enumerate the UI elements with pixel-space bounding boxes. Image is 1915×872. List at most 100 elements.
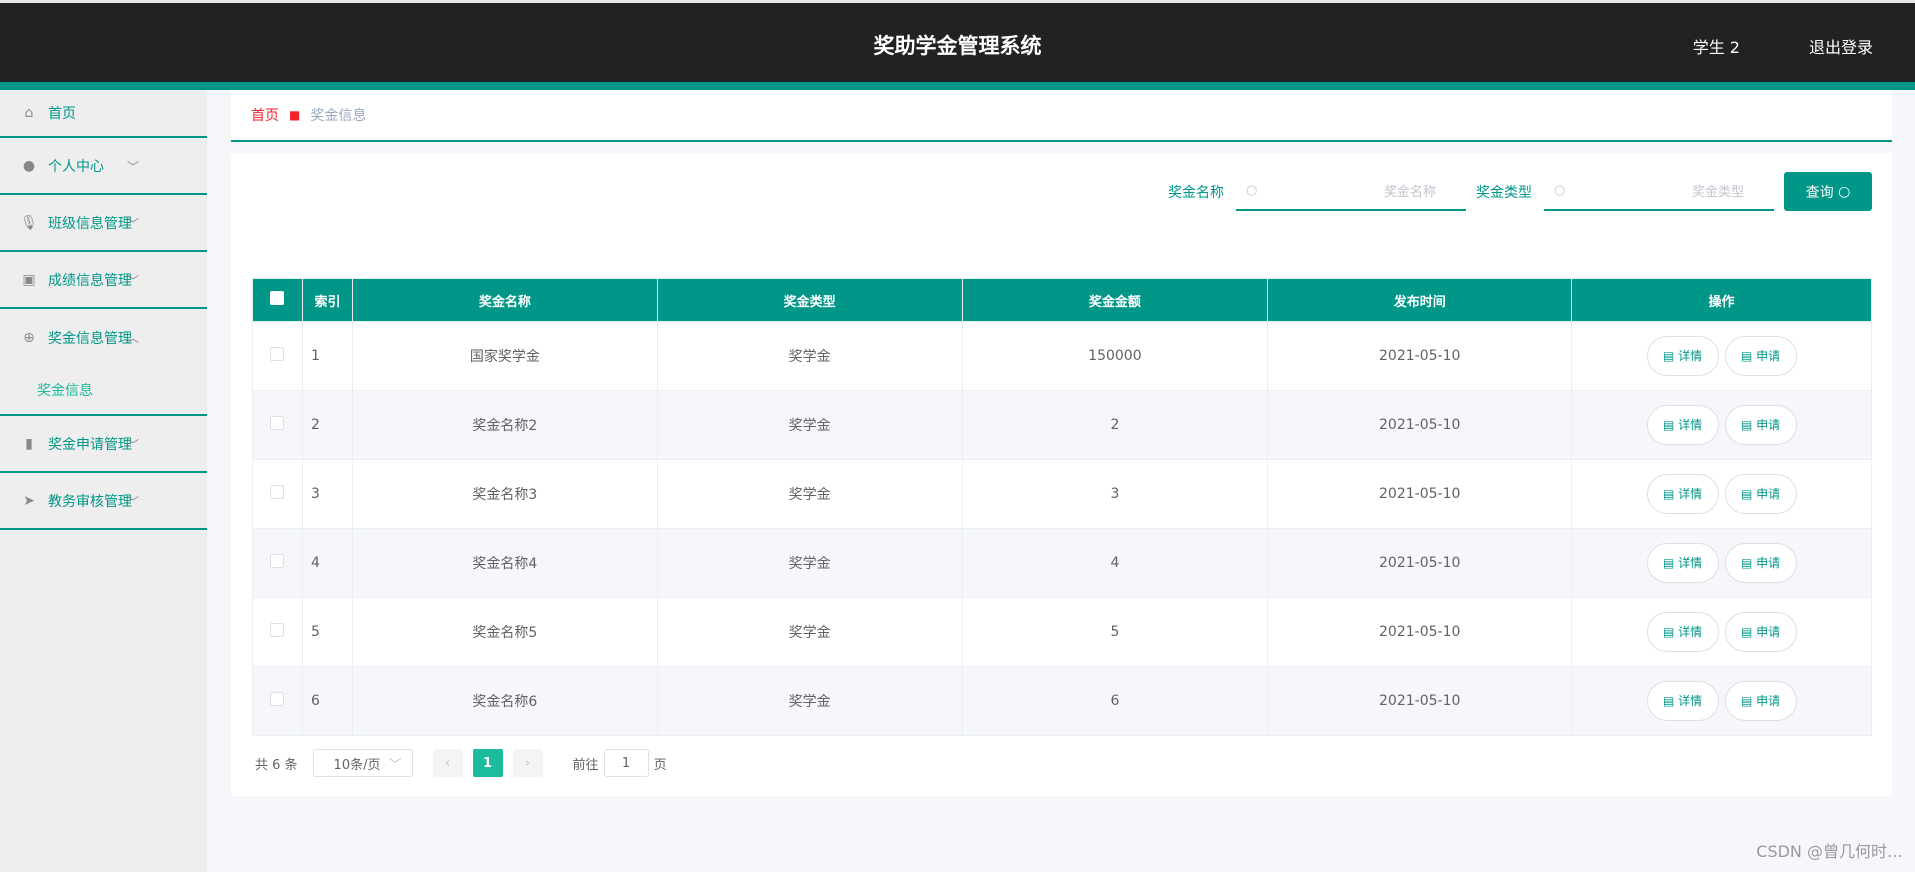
apply-button[interactable]: ▤ 申请: [1724, 336, 1797, 376]
cell-amount: 150000: [961, 321, 1269, 391]
watermark: CSDN @曾几何时…: [1756, 842, 1903, 861]
sidebar-item-apply[interactable]: ▮ 奖金申请管理 ﹀: [0, 416, 207, 473]
row-actions: ▤ 详情 ▤ 申请: [1571, 321, 1872, 391]
total-count: 共 6 条: [255, 757, 298, 773]
goto-page-input[interactable]: 1: [603, 749, 649, 777]
document-icon: ▤: [1662, 418, 1675, 432]
sidebar-item-label: 首页: [48, 106, 76, 122]
row-checkbox[interactable]: [252, 666, 303, 736]
breadcrumb-home[interactable]: 首页: [251, 105, 279, 125]
detail-button[interactable]: ▤ 详情: [1646, 543, 1719, 583]
table-row: 5 奖金名称5 奖学金 5 2021-05-10 ▤ 详情 ▤ 申请: [252, 597, 1872, 667]
cell-index: 5: [301, 597, 353, 667]
sidebar-item-grades[interactable]: ▣ 成绩信息管理 ﹀: [0, 252, 207, 309]
detail-button[interactable]: ▤ 详情: [1646, 405, 1719, 445]
document-icon: ▤: [1740, 694, 1753, 708]
cell-amount: 6: [961, 666, 1269, 736]
name-search-input[interactable]: ○ 奖金名称: [1236, 172, 1466, 211]
submenu-bonus-info[interactable]: 奖金信息: [0, 366, 207, 416]
cell-name: 奖金名称4: [351, 528, 658, 598]
col-amount: 奖金金额: [961, 278, 1269, 322]
cell-type: 奖学金: [656, 459, 963, 529]
cell-type: 奖学金: [656, 528, 963, 598]
sidebar-item-personal[interactable]: ● 个人中心 ﹀: [0, 138, 207, 195]
page-size-value: 10条/页: [333, 757, 381, 773]
cell-time: 2021-05-10: [1267, 459, 1573, 529]
detail-button[interactable]: ▤ 详情: [1646, 336, 1719, 376]
type-search-input[interactable]: ○ 奖金类型: [1544, 172, 1774, 211]
table-row: 4 奖金名称4 奖学金 4 2021-05-10 ▤ 详情 ▤ 申请: [252, 528, 1872, 598]
type-label: 奖金类型: [1476, 184, 1532, 201]
sidebar-item-label: 教务审核管理: [48, 493, 132, 510]
apply-label: 申请: [1756, 349, 1781, 363]
apply-button[interactable]: ▤ 申请: [1724, 612, 1797, 652]
row-checkbox[interactable]: [252, 459, 303, 529]
detail-label: 详情: [1678, 556, 1703, 570]
sidebar-item-label: 个人中心: [48, 158, 104, 175]
page-size-select[interactable]: 10条/页 ﹀: [312, 749, 413, 777]
apply-button[interactable]: ▤ 申请: [1724, 681, 1797, 721]
detail-button[interactable]: ▤ 详情: [1646, 681, 1719, 721]
query-label: 查询: [1805, 184, 1834, 201]
clipboard-icon: ▣: [22, 271, 36, 288]
row-checkbox[interactable]: [252, 390, 303, 460]
cell-time: 2021-05-10: [1267, 321, 1573, 391]
detail-label: 详情: [1678, 487, 1703, 501]
detail-button[interactable]: ▤ 详情: [1646, 474, 1719, 514]
apply-button[interactable]: ▤ 申请: [1724, 405, 1797, 445]
apply-label: 申请: [1756, 418, 1781, 432]
row-checkbox[interactable]: [252, 321, 303, 391]
home-icon: ⌂: [24, 105, 34, 121]
detail-label: 详情: [1678, 418, 1703, 432]
bonus-table: 索引 奖金名称 奖金类型 奖金金额 发布时间 操作 1 国家奖学金 奖学金 15000…: [252, 278, 1872, 736]
row-checkbox[interactable]: [252, 597, 303, 667]
row-actions: ▤ 详情 ▤ 申请: [1571, 528, 1872, 598]
detail-button[interactable]: ▤ 详情: [1646, 612, 1719, 652]
next-page-button[interactable]: ›: [512, 749, 543, 777]
pagination: 共 6 条 10条/页 ﹀ ‹ 1 › 前往 1 页: [255, 749, 667, 777]
cell-time: 2021-05-10: [1267, 528, 1573, 598]
chevron-down-icon: ﹀: [126, 160, 139, 174]
col-index: 索引: [301, 278, 353, 322]
separator-icon: ■: [289, 108, 301, 122]
sidebar-item-class[interactable]: 🎙 班级信息管理 ﹀: [0, 195, 207, 252]
apply-label: 申请: [1756, 556, 1781, 570]
cell-name: 奖金名称3: [351, 459, 658, 529]
cell-index: 6: [301, 666, 353, 736]
col-time: 发布时间: [1267, 278, 1573, 322]
apply-label: 申请: [1756, 694, 1781, 708]
sidebar-item-bonus[interactable]: ⊕ 奖金信息管理 ︿: [0, 309, 207, 366]
compass-icon: ⊕: [23, 329, 35, 346]
top-header: 奖助学金管理系统 学生 2 退出登录: [0, 0, 1915, 82]
cell-amount: 3: [961, 459, 1269, 529]
page-button[interactable]: 1: [472, 749, 503, 777]
sidebar-item-review[interactable]: ➤ 教务审核管理 ﹀: [0, 473, 207, 530]
search-icon: ○: [1246, 183, 1258, 198]
apply-button[interactable]: ▤ 申请: [1724, 543, 1797, 583]
row-actions: ▤ 详情 ▤ 申请: [1571, 666, 1872, 736]
cell-type: 奖学金: [656, 666, 963, 736]
cell-amount: 4: [961, 528, 1269, 598]
prev-page-button[interactable]: ‹: [432, 749, 463, 777]
cell-amount: 5: [961, 597, 1269, 667]
table-row: 3 奖金名称3 奖学金 3 2021-05-10 ▤ 详情 ▤ 申请: [252, 459, 1872, 529]
chevron-down-icon: ﹀: [126, 438, 139, 452]
document-icon: ▤: [1662, 349, 1675, 363]
document-icon: ▤: [1662, 694, 1675, 708]
cell-amount: 2: [961, 390, 1269, 460]
cell-name: 国家奖学金: [351, 321, 658, 391]
query-button[interactable]: 查询 ○: [1784, 172, 1872, 211]
send-icon: ➤: [23, 492, 35, 509]
row-checkbox[interactable]: [252, 528, 303, 598]
apply-button[interactable]: ▤ 申请: [1724, 474, 1797, 514]
chevron-down-icon: ﹀: [126, 217, 139, 231]
document-icon: ▤: [1740, 418, 1753, 432]
col-actions: 操作: [1571, 278, 1872, 322]
select-all-checkbox[interactable]: [252, 278, 303, 322]
current-user: 学生 2: [1692, 38, 1740, 57]
sidebar-item-home[interactable]: ⌂ 首页: [0, 90, 207, 138]
row-actions: ▤ 详情 ▤ 申请: [1571, 390, 1872, 460]
logout-link[interactable]: 退出登录: [1809, 34, 1873, 58]
page-unit: 页: [653, 757, 667, 773]
cell-type: 奖学金: [656, 597, 963, 667]
